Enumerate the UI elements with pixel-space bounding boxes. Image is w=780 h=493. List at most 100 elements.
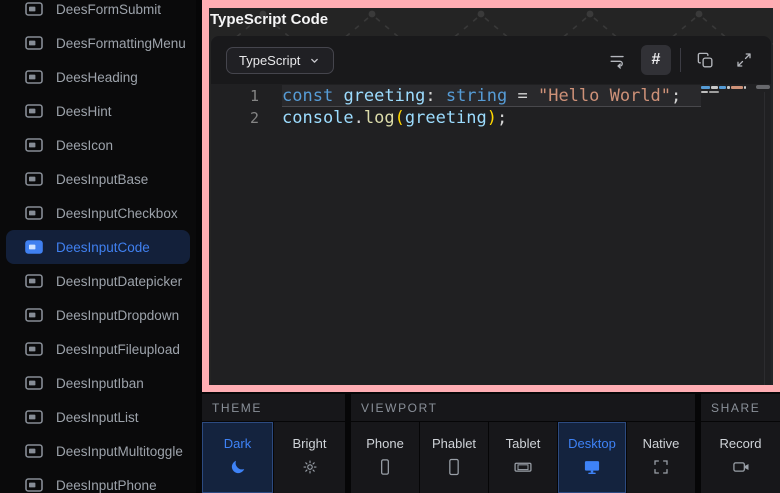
viewport-phablet-button[interactable]: Phablet (420, 422, 488, 493)
line-numbers-button[interactable]: # (641, 45, 671, 75)
sidebar-item-label: DeesInputPhone (56, 478, 157, 493)
theme-dark-button[interactable]: Dark (202, 422, 273, 493)
sidebar-item-deesinputiban[interactable]: DeesInputIban (6, 366, 190, 400)
story-stage: TypeScript Code TypeScript # (202, 0, 780, 392)
sidebar: DeesFormSubmit DeesFormattingMenu DeesHead… (0, 0, 196, 493)
minimap[interactable] (701, 86, 753, 95)
section-label-theme: THEME (202, 394, 345, 421)
desktop-icon (582, 457, 602, 477)
viewport-phone-button[interactable]: Phone (351, 422, 419, 493)
component-icon (25, 342, 43, 356)
token-bracket: ) (487, 108, 497, 128)
token-variable: console (282, 108, 354, 128)
sidebar-item-deesinputlist[interactable]: DeesInputList (6, 400, 190, 434)
code-editor-area[interactable]: 1const greeting: string = "Hello World";… (211, 84, 771, 385)
app-root: DeesFormSubmit DeesFormattingMenu DeesHead… (0, 0, 780, 493)
section-viewport: Phone Phablet Tablet Desktop Native (351, 422, 695, 493)
demo-title: TypeScript Code (209, 8, 773, 36)
toolbar-divider (680, 48, 681, 72)
token-plain: = (507, 86, 538, 106)
button-label: Phablet (432, 436, 476, 451)
code-input-component: TypeScript # (211, 36, 771, 385)
viewport-native-button[interactable]: Native (627, 422, 695, 493)
token-string: "Hello World" (538, 86, 671, 106)
sidebar-item-label: DeesInputDatepicker (56, 274, 182, 289)
minimap-slider[interactable] (756, 85, 770, 89)
sidebar-item-label: DeesInputBase (56, 172, 148, 187)
editor-actions: # (602, 45, 759, 75)
button-label: Tablet (506, 436, 541, 451)
tablet-icon (512, 457, 534, 477)
sidebar-item-deesinputphone[interactable]: DeesInputPhone (6, 468, 190, 493)
properties-toolbar: THEMEVIEWPORTSHARE DarkBright Phone Phable… (202, 394, 780, 493)
sidebar-item-deesinputdatepicker[interactable]: DeesInputDatepicker (6, 264, 190, 298)
sidebar-item-deesinputmultitoggle[interactable]: DeesInputMultitoggle (6, 434, 190, 468)
language-select-label: TypeScript (239, 53, 300, 68)
sidebar-item-label: DeesFormSubmit (56, 2, 161, 17)
scrollbar-track (764, 92, 765, 385)
button-label: Phone (366, 436, 404, 451)
sidebar-item-label: DeesHint (56, 104, 112, 119)
code-lines: 1const greeting: string = "Hello World";… (211, 85, 771, 129)
component-icon (25, 2, 43, 16)
sidebar-item-deesinputbase[interactable]: DeesInputBase (6, 162, 190, 196)
token-plain (333, 86, 343, 106)
component-icon (25, 308, 43, 322)
sidebar-item-deesformsubmit[interactable]: DeesFormSubmit (6, 0, 190, 26)
sidebar-item-deesformattingmenu[interactable]: DeesFormattingMenu (6, 26, 190, 60)
section-share: Record (701, 422, 780, 493)
token-method: log (364, 108, 395, 128)
sidebar-item-label: DeesInputList (56, 410, 139, 425)
sidebar-item-deesinputcheckbox[interactable]: DeesInputCheckbox (6, 196, 190, 230)
token-plain: . (354, 108, 364, 128)
button-label: Record (720, 436, 762, 451)
sidebar-item-deesinputdropdown[interactable]: DeesInputDropdown (6, 298, 190, 332)
sidebar-list: DeesFormSubmit DeesFormattingMenu DeesHead… (0, 0, 196, 493)
viewport-desktop-button[interactable]: Desktop (558, 422, 626, 493)
sidebar-item-deesheading[interactable]: DeesHeading (6, 60, 190, 94)
section-theme: DarkBright (202, 422, 345, 493)
button-label: Desktop (568, 436, 616, 451)
component-icon (25, 70, 43, 84)
sidebar-item-deesinputcode[interactable]: DeesInputCode (6, 230, 190, 264)
sidebar-item-label: DeesInputCode (56, 240, 150, 255)
viewport-tablet-button[interactable]: Tablet (489, 422, 557, 493)
component-icon (25, 206, 43, 220)
word-wrap-button[interactable] (602, 45, 632, 75)
section-label-viewport: VIEWPORT (351, 394, 695, 421)
native-icon (652, 457, 670, 477)
copy-button[interactable] (690, 45, 720, 75)
word-wrap-icon (608, 51, 627, 70)
token-keyword: const (282, 86, 333, 106)
main-panel: TypeScript Code TypeScript # (196, 0, 780, 493)
chevron-down-icon (308, 54, 321, 67)
sidebar-item-label: DeesHeading (56, 70, 138, 85)
line-number: 2 (211, 107, 282, 129)
copy-icon (696, 51, 715, 70)
editor-toolbar: TypeScript # (211, 36, 771, 84)
component-icon (25, 36, 43, 50)
theme-bright-button[interactable]: Bright (274, 422, 345, 493)
phone-icon (375, 457, 395, 477)
toolbar-buttons: DarkBright Phone Phablet Tablet Desktop Nativ… (202, 422, 780, 493)
sidebar-item-label: DeesInputMultitoggle (56, 444, 183, 459)
language-select[interactable]: TypeScript (226, 47, 334, 74)
component-icon (25, 104, 43, 118)
expand-icon (735, 51, 753, 69)
line-number: 1 (211, 85, 282, 107)
sidebar-item-label: DeesInputDropdown (56, 308, 179, 323)
sidebar-item-label: DeesFormattingMenu (56, 36, 186, 51)
token-bracket: ( (395, 108, 405, 128)
sidebar-item-label: DeesInputCheckbox (56, 206, 178, 221)
code-line: 1const greeting: string = "Hello World"; (211, 85, 771, 107)
toolbar-section-labels: THEMEVIEWPORTSHARE (202, 394, 780, 421)
button-label: Native (643, 436, 680, 451)
sidebar-item-label: DeesInputFileupload (56, 342, 180, 357)
sidebar-item-deesicon[interactable]: DeesIcon (6, 128, 190, 162)
share-record-button[interactable]: Record (701, 422, 780, 493)
sidebar-item-deeshint[interactable]: DeesHint (6, 94, 190, 128)
sidebar-item-deesinputfileupload[interactable]: DeesInputFileupload (6, 332, 190, 366)
component-icon (25, 274, 43, 288)
component-icon (25, 376, 43, 390)
fullscreen-button[interactable] (729, 45, 759, 75)
